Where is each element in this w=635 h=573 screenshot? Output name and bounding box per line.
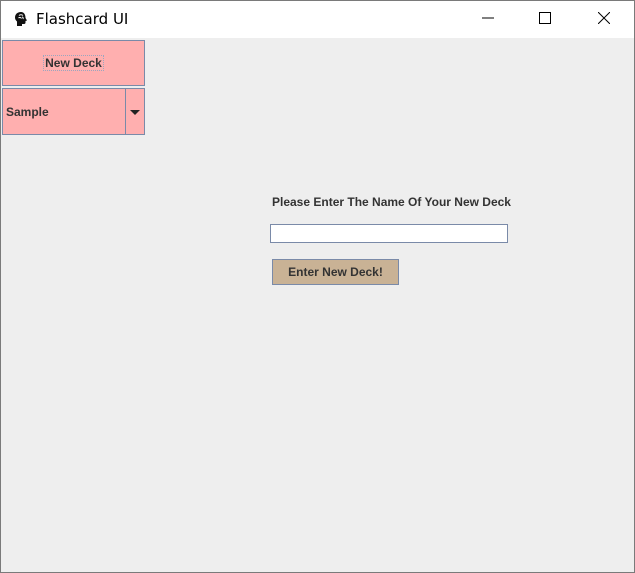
app-window: Flashcard UI New Deck Sample Please Ente… [0,0,635,573]
deck-name-prompt: Please Enter The Name Of Your New Deck [272,195,511,209]
main-content: New Deck Sample Please Enter The Name Of… [1,38,634,572]
maximize-icon [539,11,551,29]
deck-select[interactable]: Sample [2,88,145,135]
maximize-button[interactable] [522,1,568,38]
deck-select-value: Sample [6,105,49,119]
enter-new-deck-button-label: Enter New Deck! [288,265,383,279]
window-title: Flashcard UI [36,10,129,28]
close-button[interactable] [581,1,627,38]
deck-name-input[interactable] [270,224,508,243]
title-bar[interactable]: Flashcard UI [1,1,634,38]
minimize-icon [482,11,494,29]
close-icon [597,11,611,29]
new-deck-button[interactable]: New Deck [2,40,145,86]
brain-icon [13,11,29,27]
deck-select-arrow-button[interactable] [125,89,144,134]
chevron-down-icon [130,103,140,121]
minimize-button[interactable] [465,1,511,38]
enter-new-deck-button[interactable]: Enter New Deck! [272,259,399,285]
new-deck-button-label: New Deck [43,55,104,71]
